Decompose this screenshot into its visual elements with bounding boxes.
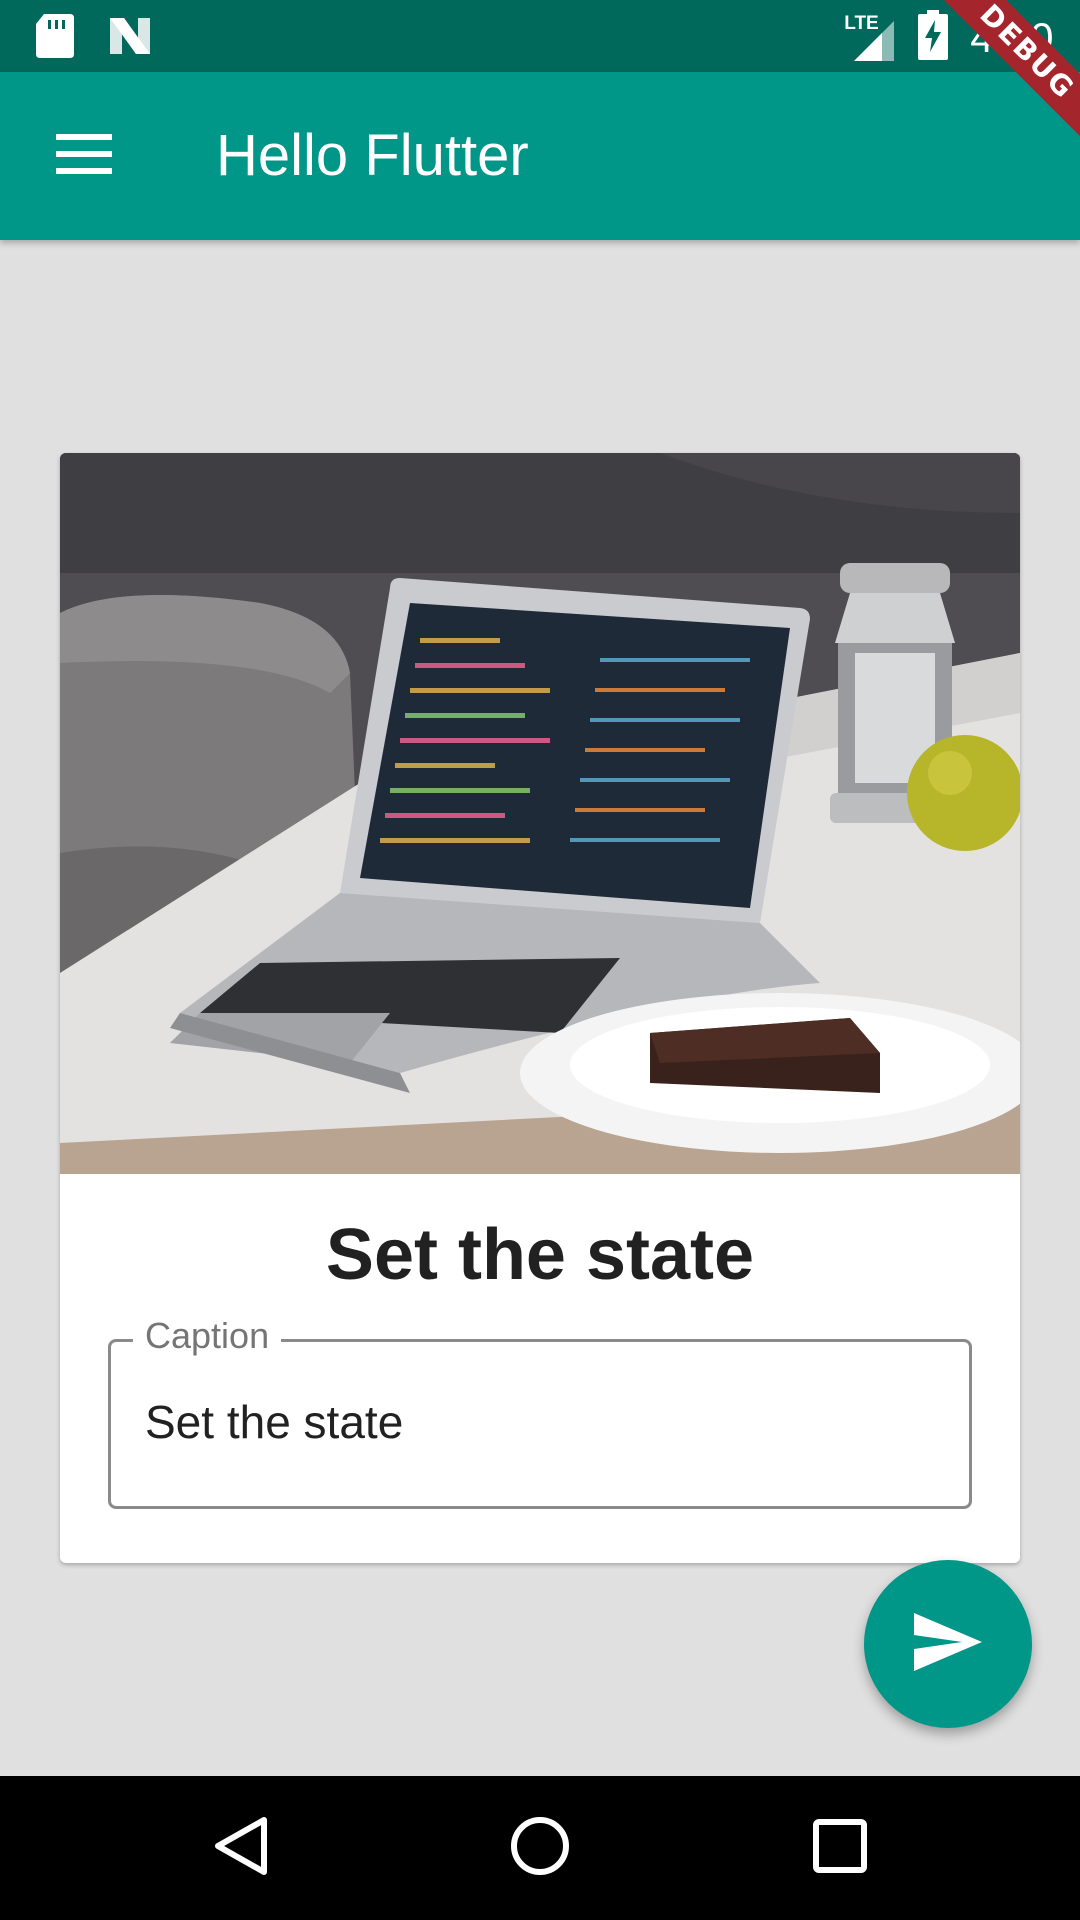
app-bar: Hello Flutter — [0, 72, 1080, 240]
menu-button[interactable] — [40, 112, 128, 200]
card-photo — [60, 453, 1020, 1174]
back-button[interactable] — [190, 1798, 290, 1898]
sd-card-icon — [36, 14, 74, 63]
page-title: Hello Flutter — [216, 123, 529, 188]
post-card: Set the state Caption Set the state — [60, 453, 1020, 1563]
home-button[interactable] — [490, 1798, 590, 1898]
send-icon — [914, 1612, 982, 1676]
battery-charging-icon — [918, 10, 949, 65]
home-icon — [510, 1816, 570, 1881]
card-title: Set the state — [325, 1215, 755, 1295]
recents-button[interactable] — [790, 1798, 890, 1898]
caption-label: Caption — [133, 1312, 282, 1360]
caption-field[interactable]: Caption Set the state — [108, 1312, 972, 1509]
status-bar: LTE 4:00 — [0, 0, 1080, 72]
status-left-icons — [36, 14, 152, 63]
n-logo-icon — [108, 16, 152, 61]
caption-input[interactable]: Set the state — [145, 1394, 403, 1450]
signal-icon: LTE — [844, 13, 896, 63]
recents-icon — [813, 1818, 867, 1878]
app-screen: LTE 4:00 — [0, 0, 1080, 1920]
send-button[interactable] — [864, 1560, 1032, 1728]
back-icon — [212, 1816, 268, 1881]
menu-icon — [56, 133, 112, 179]
system-nav-bar — [0, 1776, 1080, 1920]
